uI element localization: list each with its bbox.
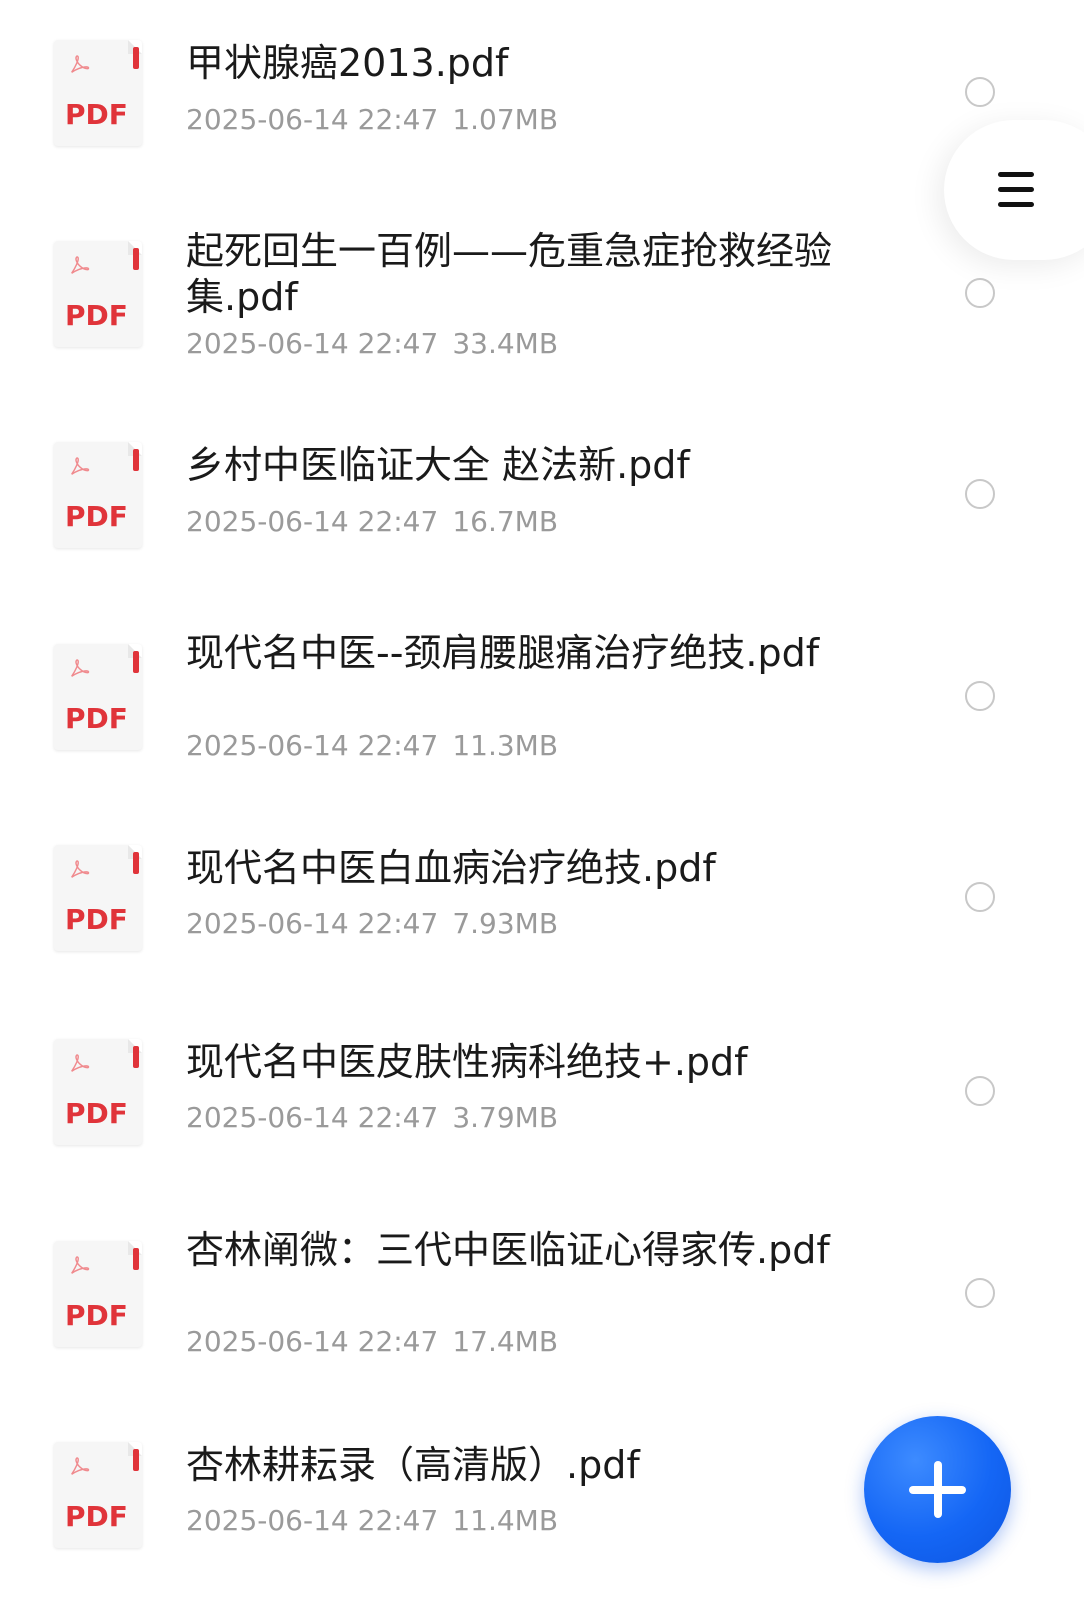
file-meta: 2025-06-14 22:47 17.4MB <box>186 1325 558 1359</box>
select-radio[interactable] <box>965 479 995 509</box>
select-radio[interactable] <box>965 278 995 308</box>
file-size: 17.4MB <box>452 1325 559 1358</box>
file-date: 2025-06-14 22:47 <box>186 327 439 360</box>
pdf-file-icon: PDF <box>54 241 142 347</box>
acrobat-logo-icon <box>68 1255 90 1277</box>
file-name: 甲状腺癌2013.pdf <box>186 41 509 85</box>
file-meta: 2025-06-14 22:47 33.4MB <box>186 327 558 361</box>
acrobat-logo-icon <box>68 1053 90 1075</box>
file-size: 16.7MB <box>452 505 559 538</box>
file-meta: 2025-06-14 22:47 16.7MB <box>186 505 558 539</box>
select-radio[interactable] <box>965 77 995 107</box>
file-name: 起死回生一百例——危重急症抢救经验集.pdf <box>186 229 833 319</box>
pdf-file-icon: PDF <box>54 40 142 146</box>
acrobat-logo-icon <box>68 54 90 76</box>
file-date: 2025-06-14 22:47 <box>186 1325 439 1358</box>
select-radio[interactable] <box>965 1278 995 1308</box>
pdf-file-icon: PDF <box>54 845 142 951</box>
file-type-label: PDF <box>65 299 128 332</box>
pdf-file-icon: PDF <box>54 1039 142 1145</box>
side-menu-tab[interactable] <box>944 120 1084 260</box>
acrobat-logo-icon <box>68 1456 90 1478</box>
file-meta: 2025-06-14 22:47 1.07MB <box>186 103 558 137</box>
file-date: 2025-06-14 22:47 <box>186 103 439 136</box>
file-type-label: PDF <box>65 1299 128 1332</box>
file-date: 2025-06-14 22:47 <box>186 907 439 940</box>
acrobat-logo-icon <box>68 859 90 881</box>
file-type-label: PDF <box>65 702 128 735</box>
file-name: 现代名中医白血病治疗绝技.pdf <box>186 846 716 890</box>
file-name: 现代名中医皮肤性病科绝技+.pdf <box>186 1040 748 1084</box>
pdf-file-icon: PDF <box>54 1442 142 1548</box>
select-radio[interactable] <box>965 681 995 711</box>
pdf-file-icon: PDF <box>54 1241 142 1347</box>
pdf-file-icon: PDF <box>54 644 142 750</box>
file-type-label: PDF <box>65 903 128 936</box>
file-date: 2025-06-14 22:47 <box>186 505 439 538</box>
file-name: 杏林阐微：三代中医临证心得家传.pdf <box>186 1228 830 1272</box>
file-meta: 2025-06-14 22:47 3.79MB <box>186 1101 558 1135</box>
add-button[interactable] <box>864 1416 1011 1563</box>
file-list-screen: PDF 甲状腺癌2013.pdf 2025-06-14 22:47 1.07MB PDF… <box>0 0 1084 1601</box>
acrobat-logo-icon <box>68 456 90 478</box>
file-name: 乡村中医临证大全 赵法新.pdf <box>186 443 690 487</box>
acrobat-logo-icon <box>68 658 90 680</box>
file-size: 11.4MB <box>452 1504 559 1537</box>
file-type-label: PDF <box>65 1500 128 1533</box>
file-name: 杏林耕耘录（高清版）.pdf <box>186 1443 640 1487</box>
file-date: 2025-06-14 22:47 <box>186 1504 439 1537</box>
file-meta: 2025-06-14 22:47 7.93MB <box>186 907 558 941</box>
file-type-label: PDF <box>65 500 128 533</box>
pdf-file-icon: PDF <box>54 442 142 548</box>
file-name: 现代名中医--颈肩腰腿痛治疗绝技.pdf <box>186 631 820 675</box>
select-radio[interactable] <box>965 882 995 912</box>
file-date: 2025-06-14 22:47 <box>186 729 439 762</box>
file-size: 11.3MB <box>452 729 559 762</box>
file-size: 1.07MB <box>452 103 559 136</box>
acrobat-logo-icon <box>68 255 90 277</box>
file-size: 33.4MB <box>452 327 559 360</box>
file-size: 7.93MB <box>452 907 559 940</box>
file-type-label: PDF <box>65 1097 128 1130</box>
file-type-label: PDF <box>65 98 128 131</box>
select-radio[interactable] <box>965 1076 995 1106</box>
file-date: 2025-06-14 22:47 <box>186 1101 439 1134</box>
file-size: 3.79MB <box>452 1101 559 1134</box>
file-meta: 2025-06-14 22:47 11.3MB <box>186 729 558 763</box>
file-meta: 2025-06-14 22:47 11.4MB <box>186 1504 558 1538</box>
